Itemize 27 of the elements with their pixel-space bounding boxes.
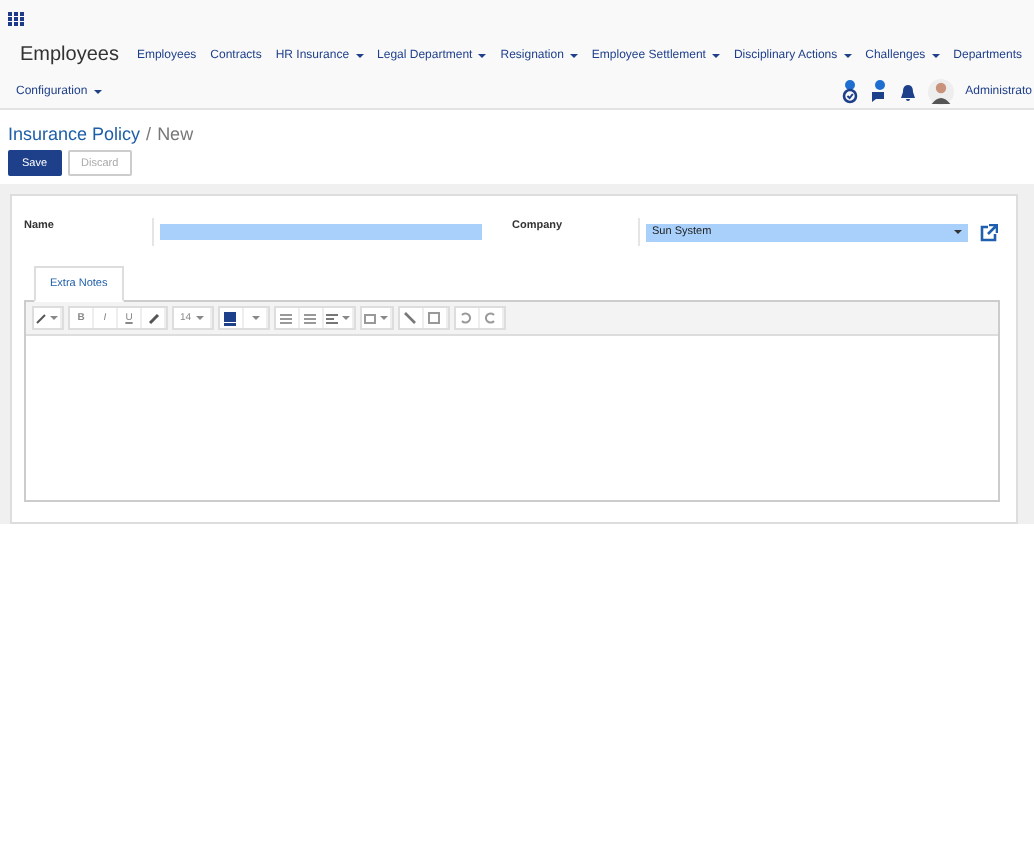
apps-menu-icon[interactable] <box>8 12 24 26</box>
avatar-icon[interactable] <box>927 78 954 106</box>
style-dropdown[interactable] <box>34 308 62 328</box>
breadcrumb-link[interactable]: Insurance Policy <box>8 124 141 144</box>
text-color-icon <box>224 311 237 325</box>
list-icon <box>280 313 293 323</box>
redo-icon <box>484 312 497 324</box>
table-dropdown[interactable] <box>361 308 392 328</box>
align-icon <box>325 313 338 323</box>
color-button[interactable] <box>219 308 244 328</box>
undo-icon <box>460 312 473 324</box>
breadcrumb-current: New <box>157 124 194 144</box>
image-button[interactable] <box>423 308 448 328</box>
activity-icon[interactable] <box>841 80 858 104</box>
app-title: Employees <box>20 44 119 66</box>
bell-icon[interactable] <box>899 83 916 101</box>
name-field[interactable] <box>160 224 482 240</box>
redo-button[interactable] <box>479 308 504 328</box>
list-icon <box>304 313 317 323</box>
chat-icon[interactable] <box>869 80 888 104</box>
breadcrumb-separator: / <box>146 124 152 144</box>
numbered-list-button[interactable] <box>299 308 324 328</box>
bullet-list-button[interactable] <box>275 308 300 328</box>
link-button[interactable] <box>399 308 424 328</box>
align-dropdown[interactable] <box>323 308 354 328</box>
external-link-icon[interactable] <box>980 223 998 241</box>
undo-button[interactable] <box>455 308 480 328</box>
